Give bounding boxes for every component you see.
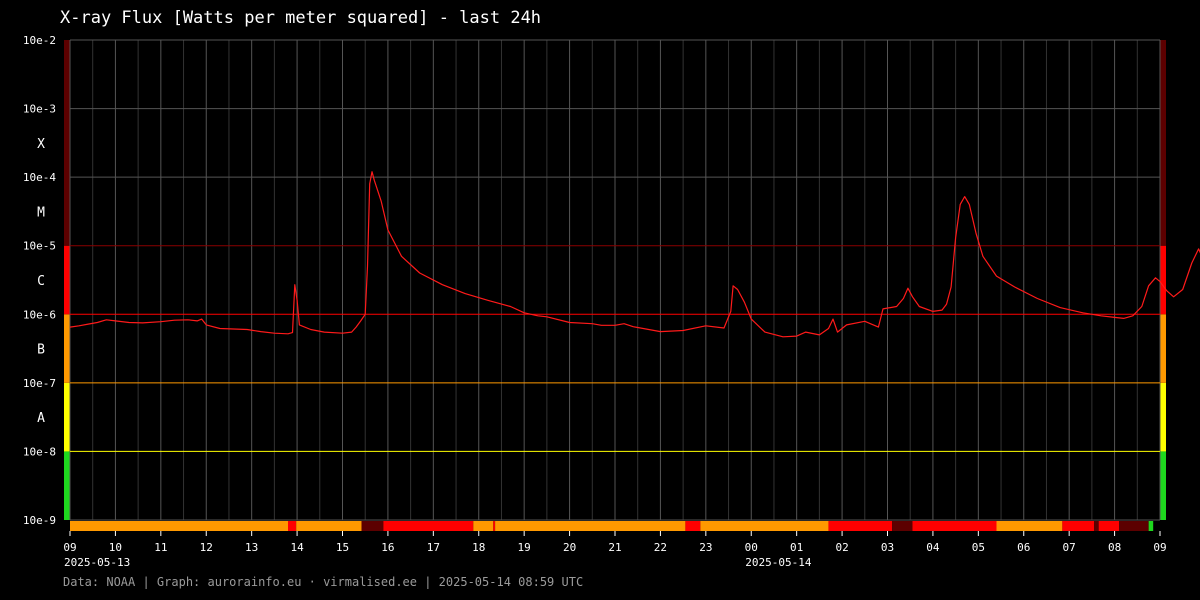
x-tick-label: 10 bbox=[109, 541, 122, 554]
y-tick-label: 10e-5 bbox=[23, 240, 56, 253]
class-strip-left bbox=[64, 40, 70, 246]
class-strip-right bbox=[1160, 382, 1166, 452]
x-tick-label: 17 bbox=[427, 541, 440, 554]
flare-class-label: A bbox=[37, 411, 45, 426]
y-tick-label: 10e-2 bbox=[23, 34, 56, 47]
class-strip-right bbox=[1160, 314, 1166, 383]
x-tick-label: 04 bbox=[926, 541, 940, 554]
y-tick-label: 10e-3 bbox=[23, 103, 56, 116]
grid bbox=[69, 39, 1161, 521]
class-strip-left bbox=[64, 314, 70, 383]
class-bar-segment bbox=[288, 521, 297, 531]
footer-credits: Data: NOAA | Graph: aurorainfo.eu · virm… bbox=[63, 575, 584, 589]
x-tick-label: 23 bbox=[699, 541, 712, 554]
x-tick-label: 07 bbox=[1063, 541, 1076, 554]
class-bar-segment bbox=[473, 521, 494, 531]
x-tick-label: 15 bbox=[336, 541, 349, 554]
x-tick-label: 05 bbox=[972, 541, 985, 554]
class-bar-segment bbox=[493, 521, 496, 531]
x-tick-label: 03 bbox=[881, 541, 894, 554]
x-tick-label: 21 bbox=[608, 541, 621, 554]
class-bar-segment bbox=[685, 521, 701, 531]
class-bar-segment bbox=[912, 521, 997, 531]
flare-class-label: X bbox=[37, 137, 45, 152]
class-bar-segment bbox=[296, 521, 362, 531]
class-bar-segment bbox=[892, 521, 913, 531]
class-bar-segment bbox=[1119, 521, 1149, 531]
x-tick-label: 20 bbox=[563, 541, 576, 554]
y-tick-label: 10e-4 bbox=[23, 171, 56, 184]
class-background-right bbox=[1160, 40, 1166, 520]
class-bar-segment bbox=[1062, 521, 1095, 531]
class-bar-segment bbox=[1148, 521, 1154, 531]
class-strip-left bbox=[64, 451, 70, 520]
series bbox=[69, 171, 1200, 338]
date-label: 2025-05-14 bbox=[745, 556, 812, 569]
x-tick-label: 02 bbox=[835, 541, 848, 554]
flare-class-label: B bbox=[37, 343, 45, 358]
class-strip-right bbox=[1160, 40, 1166, 246]
x-tick-label: 00 bbox=[745, 541, 758, 554]
class-strip-left bbox=[64, 382, 70, 452]
class-bar-segment bbox=[828, 521, 893, 531]
class-bar-segment bbox=[1098, 521, 1120, 531]
y-tick-label: 10e-8 bbox=[23, 445, 56, 458]
x-tick-label: 16 bbox=[381, 541, 394, 554]
date-label: 2025-05-13 bbox=[64, 556, 130, 569]
x-tick-label: 12 bbox=[200, 541, 213, 554]
y-tick-label: 10e-7 bbox=[23, 377, 56, 390]
x-tick-label: 09 bbox=[63, 541, 76, 554]
x-tick-label: 14 bbox=[290, 541, 304, 554]
class-bar-segment bbox=[361, 521, 384, 531]
xray-flux-line bbox=[69, 171, 1200, 338]
xray-flux-chart: 10e-9 10e-8 10e-7 10e-6 10e-5 10e-4 10e-3 10e-2… bbox=[23, 34, 1200, 569]
x-tick-label: 19 bbox=[518, 541, 531, 554]
y-tick-label: 10e-6 bbox=[23, 308, 56, 321]
x-tick-label: 01 bbox=[790, 541, 803, 554]
y-tick-label: 10e-9 bbox=[23, 514, 56, 527]
flare-class-label: M bbox=[37, 205, 45, 220]
flare-class-label: C bbox=[37, 274, 45, 289]
x-tick-label: 18 bbox=[472, 541, 485, 554]
class-background-left bbox=[64, 40, 70, 520]
class-strip-right bbox=[1160, 451, 1166, 520]
x-tick-label: 11 bbox=[154, 541, 167, 554]
x-tick-label: 22 bbox=[654, 541, 667, 554]
class-strip-left bbox=[64, 245, 70, 315]
class-bar-segment bbox=[700, 521, 829, 531]
x-axis: 09 10 11 12 13 14 15 16 17 18 19 20 21 22 23 00 01 02 03 04… bbox=[63, 531, 1167, 569]
class-strip-right bbox=[1160, 245, 1166, 315]
flare-class-bar bbox=[70, 521, 1154, 531]
class-bar-segment bbox=[495, 521, 686, 531]
class-bar-segment bbox=[1094, 521, 1099, 531]
class-bar-segment bbox=[70, 521, 288, 531]
x-tick-label: 06 bbox=[1017, 541, 1030, 554]
x-tick-label: 08 bbox=[1108, 541, 1121, 554]
class-bar-segment bbox=[383, 521, 474, 531]
x-tick-label: 13 bbox=[245, 541, 258, 554]
x-tick-label: 09 bbox=[1153, 541, 1166, 554]
class-bar-segment bbox=[996, 521, 1063, 531]
